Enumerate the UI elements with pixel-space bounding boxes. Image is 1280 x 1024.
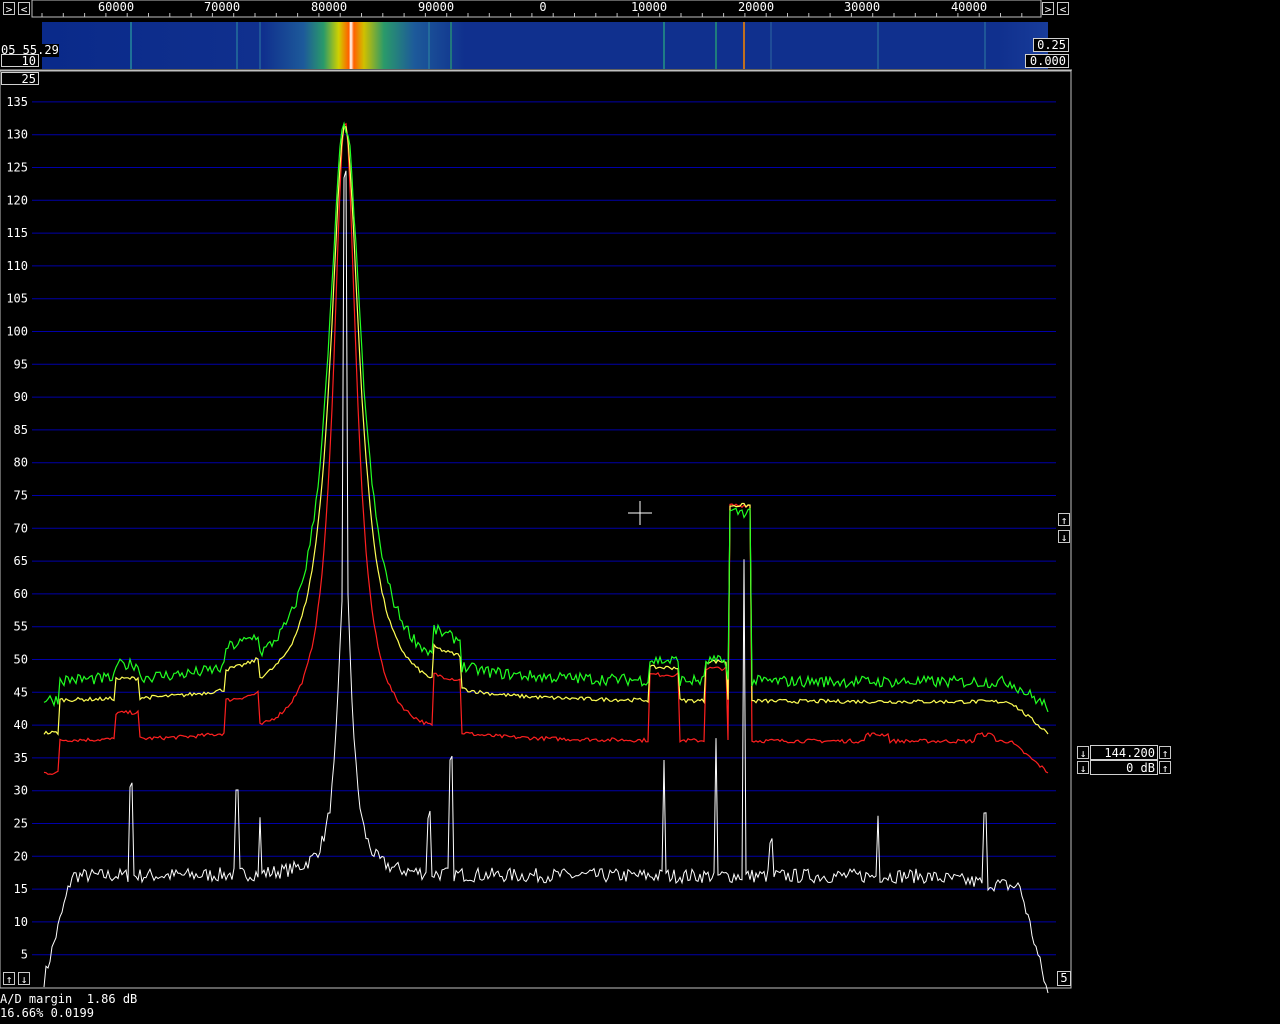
y-axis-label: 20 [14,849,28,863]
y-axis-label: 55 [14,620,28,634]
y-axis-label: 10 [14,915,28,929]
ad-margin-status: A/D margin 1.86 dB [0,992,138,1006]
arrow-down-icon[interactable]: ↓ [1077,746,1089,760]
arrow-down-icon[interactable]: ↓ [18,972,30,986]
waterfall-contrast-box[interactable]: 0.25 [1033,38,1069,52]
y-axis-label: 40 [14,718,28,732]
arrow-down-icon[interactable]: ↓ [1058,530,1070,544]
zoom-box[interactable]: 5 [1057,971,1071,986]
ruler-label: 10000 [631,0,667,14]
ruler-label: 60000 [98,0,134,14]
y-axis-label: 45 [14,685,28,699]
scroll-right-icon[interactable]: > [1042,2,1054,16]
y-axis-label: 120 [6,193,28,207]
y-axis-label: 25 [14,817,28,831]
y-axis-label: 130 [6,128,28,142]
spectrum-analyzer-window: 60000 70000 80000 90000 0 10000 20000 30000 4000… [0,0,1280,1024]
spectrum-frame [0,70,1072,989]
y-axis-label: 125 [6,161,28,175]
y-axis-label: 60 [14,587,28,601]
arrow-up-icon[interactable]: ↑ [1159,746,1171,760]
frequency-ruler [31,0,1042,18]
arrow-up-icon[interactable]: ↑ [1058,513,1070,527]
ruler-label: 80000 [311,0,347,14]
waterfall-display[interactable] [42,22,1048,69]
y-axis-label: 135 [6,95,28,109]
ruler-label: 90000 [418,0,454,14]
y-axis-label: 15 [14,882,28,896]
arrow-up-icon[interactable]: ↑ [1159,761,1171,775]
y-axis-label: 110 [6,259,28,273]
y-axis-label: 100 [6,325,28,339]
ruler-label: 0 [539,0,546,14]
scroll-left-icon[interactable]: < [18,2,30,16]
y-axis-label: 30 [14,784,28,798]
ruler-label: 30000 [844,0,880,14]
ruler-label: 40000 [951,0,987,14]
y-axis-label: 85 [14,423,28,437]
arrow-down-icon[interactable]: ↓ [1077,761,1089,775]
ruler-label: 20000 [738,0,774,14]
y-axis-label: 35 [14,751,28,765]
arrow-up-icon[interactable]: ↑ [3,972,15,986]
waterfall-gain-box[interactable]: 10 [1,54,39,67]
y-axis-label: 80 [14,456,28,470]
scroll-right-icon[interactable]: > [3,2,15,16]
y-axis-label: 70 [14,521,28,535]
y-axis-label: 5 [21,948,28,962]
cpu-load-status: 16.66% 0.0199 [0,1006,94,1020]
gain-field[interactable]: 0 dB [1090,760,1158,775]
ruler-labels: 60000 70000 80000 90000 0 10000 20000 30000 4000… [98,0,987,14]
y-axis-label: 90 [14,390,28,404]
y-axis-label: 65 [14,554,28,568]
averaging-box[interactable]: 25 [1,72,39,85]
ruler-label: 70000 [204,0,240,14]
frequency-field[interactable]: 144.200 [1090,745,1158,760]
waterfall-brightness-box[interactable]: 0.000 [1025,54,1069,68]
y-axis-label: 105 [6,292,28,306]
y-axis-label: 50 [14,653,28,667]
y-axis-label: 115 [6,226,28,240]
scroll-left-icon[interactable]: < [1057,2,1069,16]
y-axis-label: 75 [14,489,28,503]
y-axis-label: 95 [14,357,28,371]
graphics-layer: 60000 70000 80000 90000 0 10000 20000 30000 4000… [0,0,1072,994]
